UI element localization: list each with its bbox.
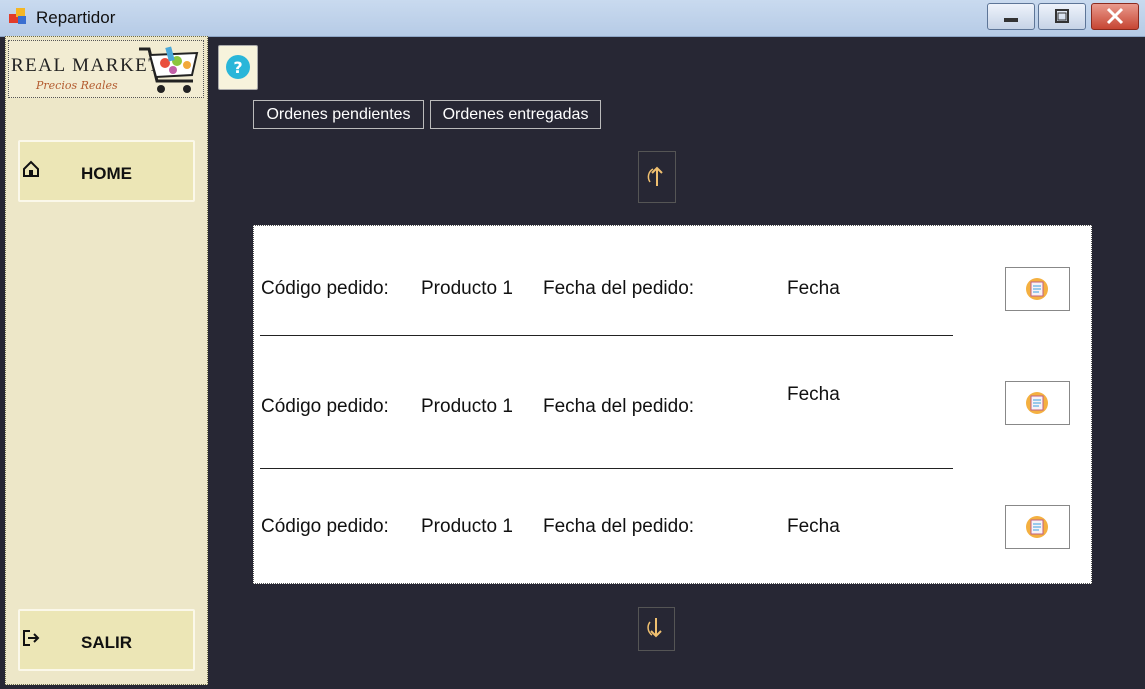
order-date-label: Fecha del pedido: [543,396,695,417]
arrow-down-icon [647,618,662,638]
order-product: Producto 1 [421,396,513,417]
order-product: Producto 1 [421,278,513,299]
shopping-cart-icon [139,46,199,93]
app-icon [9,8,26,24]
close-icon [1106,7,1124,25]
order-action-button[interactable] [1005,381,1070,425]
order-date-value: Fecha [787,516,840,537]
order-date-value: Fecha [787,278,840,299]
order-date-value: Fecha [787,384,840,405]
logout-label: SALIR [81,633,132,652]
svg-text:?: ? [233,58,242,77]
help-icon: ? [226,55,250,79]
maximize-icon [1055,9,1069,23]
logo-tagline: Precios Reales [36,79,118,92]
close-button[interactable] [1091,3,1139,30]
order-code-label: Código pedido: [261,516,389,537]
help-button[interactable]: ? [218,45,258,90]
tab-ordenes-entregadas[interactable]: Ordenes entregadas [430,100,601,129]
order-action-button[interactable] [1005,267,1070,311]
order-detail-icon [1026,392,1048,414]
orders-panel: Código pedido: Producto 1 Fecha del pedi… [253,225,1092,584]
order-detail-icon [1026,278,1048,300]
window-title: Repartidor [36,8,116,27]
home-label: HOME [81,164,132,183]
home-button[interactable]: HOME [18,140,195,202]
title-bar: Repartidor [0,0,1145,37]
order-product: Producto 1 [421,516,513,537]
logo: REAL MARKET Precios Reales [8,40,204,98]
order-code-label: Código pedido: [261,278,389,299]
row-divider [260,335,953,336]
minimize-icon [1004,18,1018,22]
scroll-down-button[interactable] [638,607,675,651]
order-code-label: Código pedido: [261,396,389,417]
order-action-button[interactable] [1005,505,1070,549]
tab-label: Ordenes pendientes [266,105,411,123]
order-date-label: Fecha del pedido: [543,278,695,299]
tab-ordenes-pendientes[interactable]: Ordenes pendientes [253,100,424,129]
scroll-up-button[interactable] [638,151,676,203]
logout-button[interactable]: SALIR [18,609,195,671]
order-detail-icon [1026,516,1048,538]
order-date-label: Fecha del pedido: [543,516,695,537]
arrow-up-icon [647,166,663,186]
tab-label: Ordenes entregadas [442,105,589,123]
row-divider [260,468,953,469]
sidebar [5,36,208,685]
maximize-button[interactable] [1038,3,1086,30]
minimize-button[interactable] [987,3,1035,30]
